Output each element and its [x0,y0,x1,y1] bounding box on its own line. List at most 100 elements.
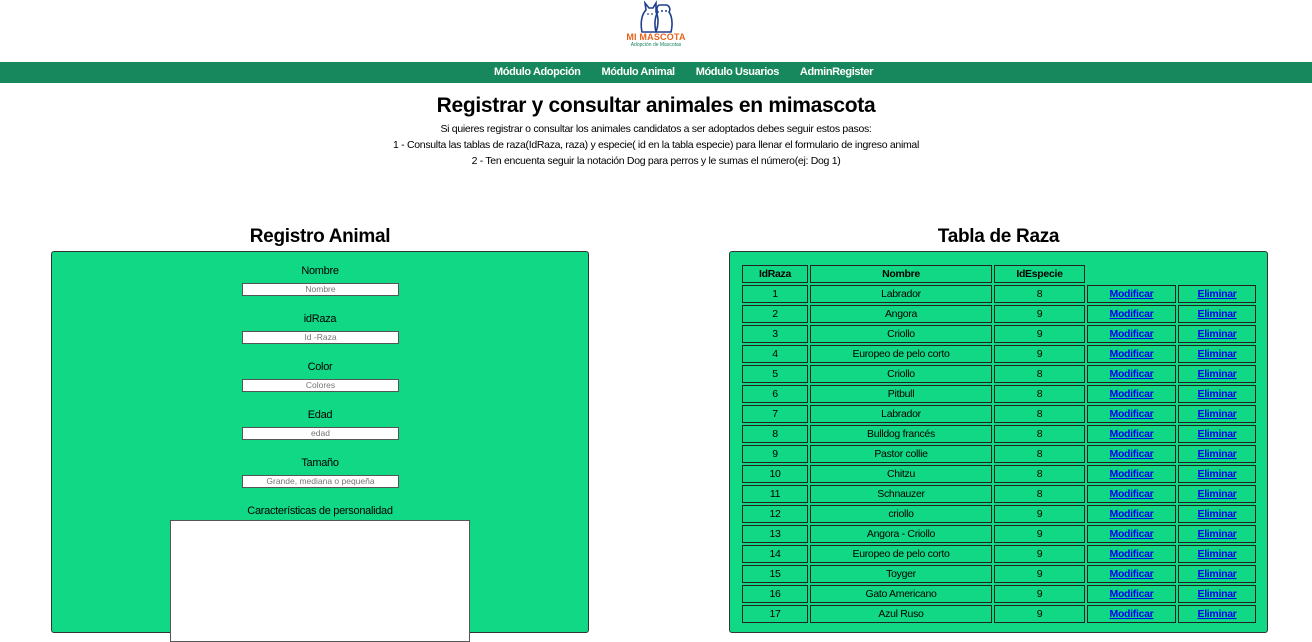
cell-modificar: Modificar [1087,485,1176,503]
cell-eliminar: Eliminar [1178,305,1256,323]
eliminar-link[interactable]: Eliminar [1197,348,1236,360]
modificar-link[interactable]: Modificar [1110,348,1154,360]
cell-nombre: Europeo de pelo corto [810,545,992,563]
cell-idraza: 11 [742,485,808,503]
cell-modificar: Modificar [1087,445,1176,463]
cell-idraza: 5 [742,365,808,383]
table-row: 9 Pastor collie 8 Modificar Eliminar [742,445,1256,463]
label-tamano: Tamaño [301,457,339,469]
table-row: 6 Pitbull 8 Modificar Eliminar [742,385,1256,403]
eliminar-link[interactable]: Eliminar [1197,548,1236,560]
modificar-link[interactable]: Modificar [1110,508,1154,520]
nombre-input[interactable] [242,283,399,296]
cell-nombre: Criollo [810,325,992,343]
eliminar-link[interactable]: Eliminar [1197,468,1236,480]
cell-idespecie: 9 [994,505,1085,523]
cell-nombre: Angora - Criollo [810,525,992,543]
eliminar-link[interactable]: Eliminar [1197,608,1236,620]
register-form-panel: Nombre idRaza Color Edad Tamaño Caracter… [51,251,589,642]
modificar-link[interactable]: Modificar [1110,388,1154,400]
eliminar-link[interactable]: Eliminar [1197,588,1236,600]
table-row: 10 Chitzu 8 Modificar Eliminar [742,465,1256,483]
nav-modulo-usuarios[interactable]: Módulo Usuarios [696,62,780,83]
nav-admin-register[interactable]: AdminRegister [800,62,873,83]
label-nombre: Nombre [301,265,339,277]
modificar-link[interactable]: Modificar [1110,468,1154,480]
main-navbar: Módulo Adopción Módulo Animal Módulo Usu… [0,62,1312,83]
eliminar-link[interactable]: Eliminar [1197,488,1236,500]
nav-modulo-animal[interactable]: Módulo Animal [601,62,675,83]
modificar-link[interactable]: Modificar [1110,368,1154,380]
eliminar-link[interactable]: Eliminar [1197,368,1236,380]
edad-input[interactable] [242,427,399,440]
eliminar-link[interactable]: Eliminar [1197,508,1236,520]
cell-nombre: Chitzu [810,465,992,483]
cell-nombre: Criollo [810,365,992,383]
modificar-link[interactable]: Modificar [1110,308,1154,320]
cell-nombre: Toyger [810,565,992,583]
cell-idraza: 12 [742,505,808,523]
eliminar-link[interactable]: Eliminar [1197,428,1236,440]
cell-idespecie: 9 [994,345,1085,363]
cell-eliminar: Eliminar [1178,605,1256,623]
modificar-link[interactable]: Modificar [1110,408,1154,420]
tamano-input[interactable] [242,475,399,488]
col-header-idespecie: IdEspecie [994,265,1085,283]
raza-table-panel: IdRaza Nombre IdEspecie 1 Labrador 8 Modifi… [729,251,1268,633]
table-row: 5 Criollo 8 Modificar Eliminar [742,365,1256,383]
modificar-link[interactable]: Modificar [1110,588,1154,600]
cell-eliminar: Eliminar [1178,565,1256,583]
cell-idespecie: 9 [994,305,1085,323]
brand-tagline: Adopción de Mascotas [630,42,682,48]
cell-idespecie: 8 [994,365,1085,383]
modificar-link[interactable]: Modificar [1110,328,1154,340]
cell-idespecie: 8 [994,465,1085,483]
cell-modificar: Modificar [1087,345,1176,363]
table-row: 11 Schnauzer 8 Modificar Eliminar [742,485,1256,503]
eliminar-link[interactable]: Eliminar [1197,328,1236,340]
eliminar-link[interactable]: Eliminar [1197,308,1236,320]
cell-idraza: 17 [742,605,808,623]
pet-logo-icon [640,0,673,33]
cell-modificar: Modificar [1087,365,1176,383]
modificar-link[interactable]: Modificar [1110,488,1154,500]
cell-idespecie: 9 [994,585,1085,603]
table-row: 13 Angora - Criollo 9 Modificar Eliminar [742,525,1256,543]
personalidad-textarea[interactable] [170,520,470,642]
eliminar-link[interactable]: Eliminar [1197,528,1236,540]
cell-idraza: 7 [742,405,808,423]
modificar-link[interactable]: Modificar [1110,288,1154,300]
eliminar-link[interactable]: Eliminar [1197,408,1236,420]
intro-step-1: 1 - Consulta las tablas de raza(IdRaza, … [392,139,919,151]
label-edad: Edad [307,409,333,421]
cell-eliminar: Eliminar [1178,505,1256,523]
brand-name: MI MASCOTA [626,32,686,42]
eliminar-link[interactable]: Eliminar [1197,388,1236,400]
modificar-link[interactable]: Modificar [1110,528,1154,540]
idraza-input[interactable] [242,331,399,344]
cell-idraza: 2 [742,305,808,323]
cell-eliminar: Eliminar [1178,385,1256,403]
cell-nombre: Azul Ruso [810,605,992,623]
modificar-link[interactable]: Modificar [1110,608,1154,620]
eliminar-link[interactable]: Eliminar [1197,568,1236,580]
eliminar-link[interactable]: Eliminar [1197,448,1236,460]
table-row: 4 Europeo de pelo corto 9 Modificar Eliminar [742,345,1256,363]
modificar-link[interactable]: Modificar [1110,428,1154,440]
color-input[interactable] [242,379,399,392]
cell-idraza: 10 [742,465,808,483]
page-title: Registrar y consultar animales en mimasc… [436,94,876,117]
cell-eliminar: Eliminar [1178,525,1256,543]
cell-idespecie: 9 [994,605,1085,623]
cell-idespecie: 9 [994,565,1085,583]
intro-text: Si quieres registrar o consultar los ani… [0,121,1312,169]
table-row: 7 Labrador 8 Modificar Eliminar [742,405,1256,423]
modificar-link[interactable]: Modificar [1110,548,1154,560]
raza-table: IdRaza Nombre IdEspecie 1 Labrador 8 Modifi… [740,263,1258,625]
nav-modulo-adopcion[interactable]: Módulo Adopción [494,62,581,83]
logo: MI MASCOTA Adopción de Mascotas [620,0,692,60]
modificar-link[interactable]: Modificar [1110,448,1154,460]
cell-nombre: Labrador [810,285,992,303]
eliminar-link[interactable]: Eliminar [1197,288,1236,300]
modificar-link[interactable]: Modificar [1110,568,1154,580]
